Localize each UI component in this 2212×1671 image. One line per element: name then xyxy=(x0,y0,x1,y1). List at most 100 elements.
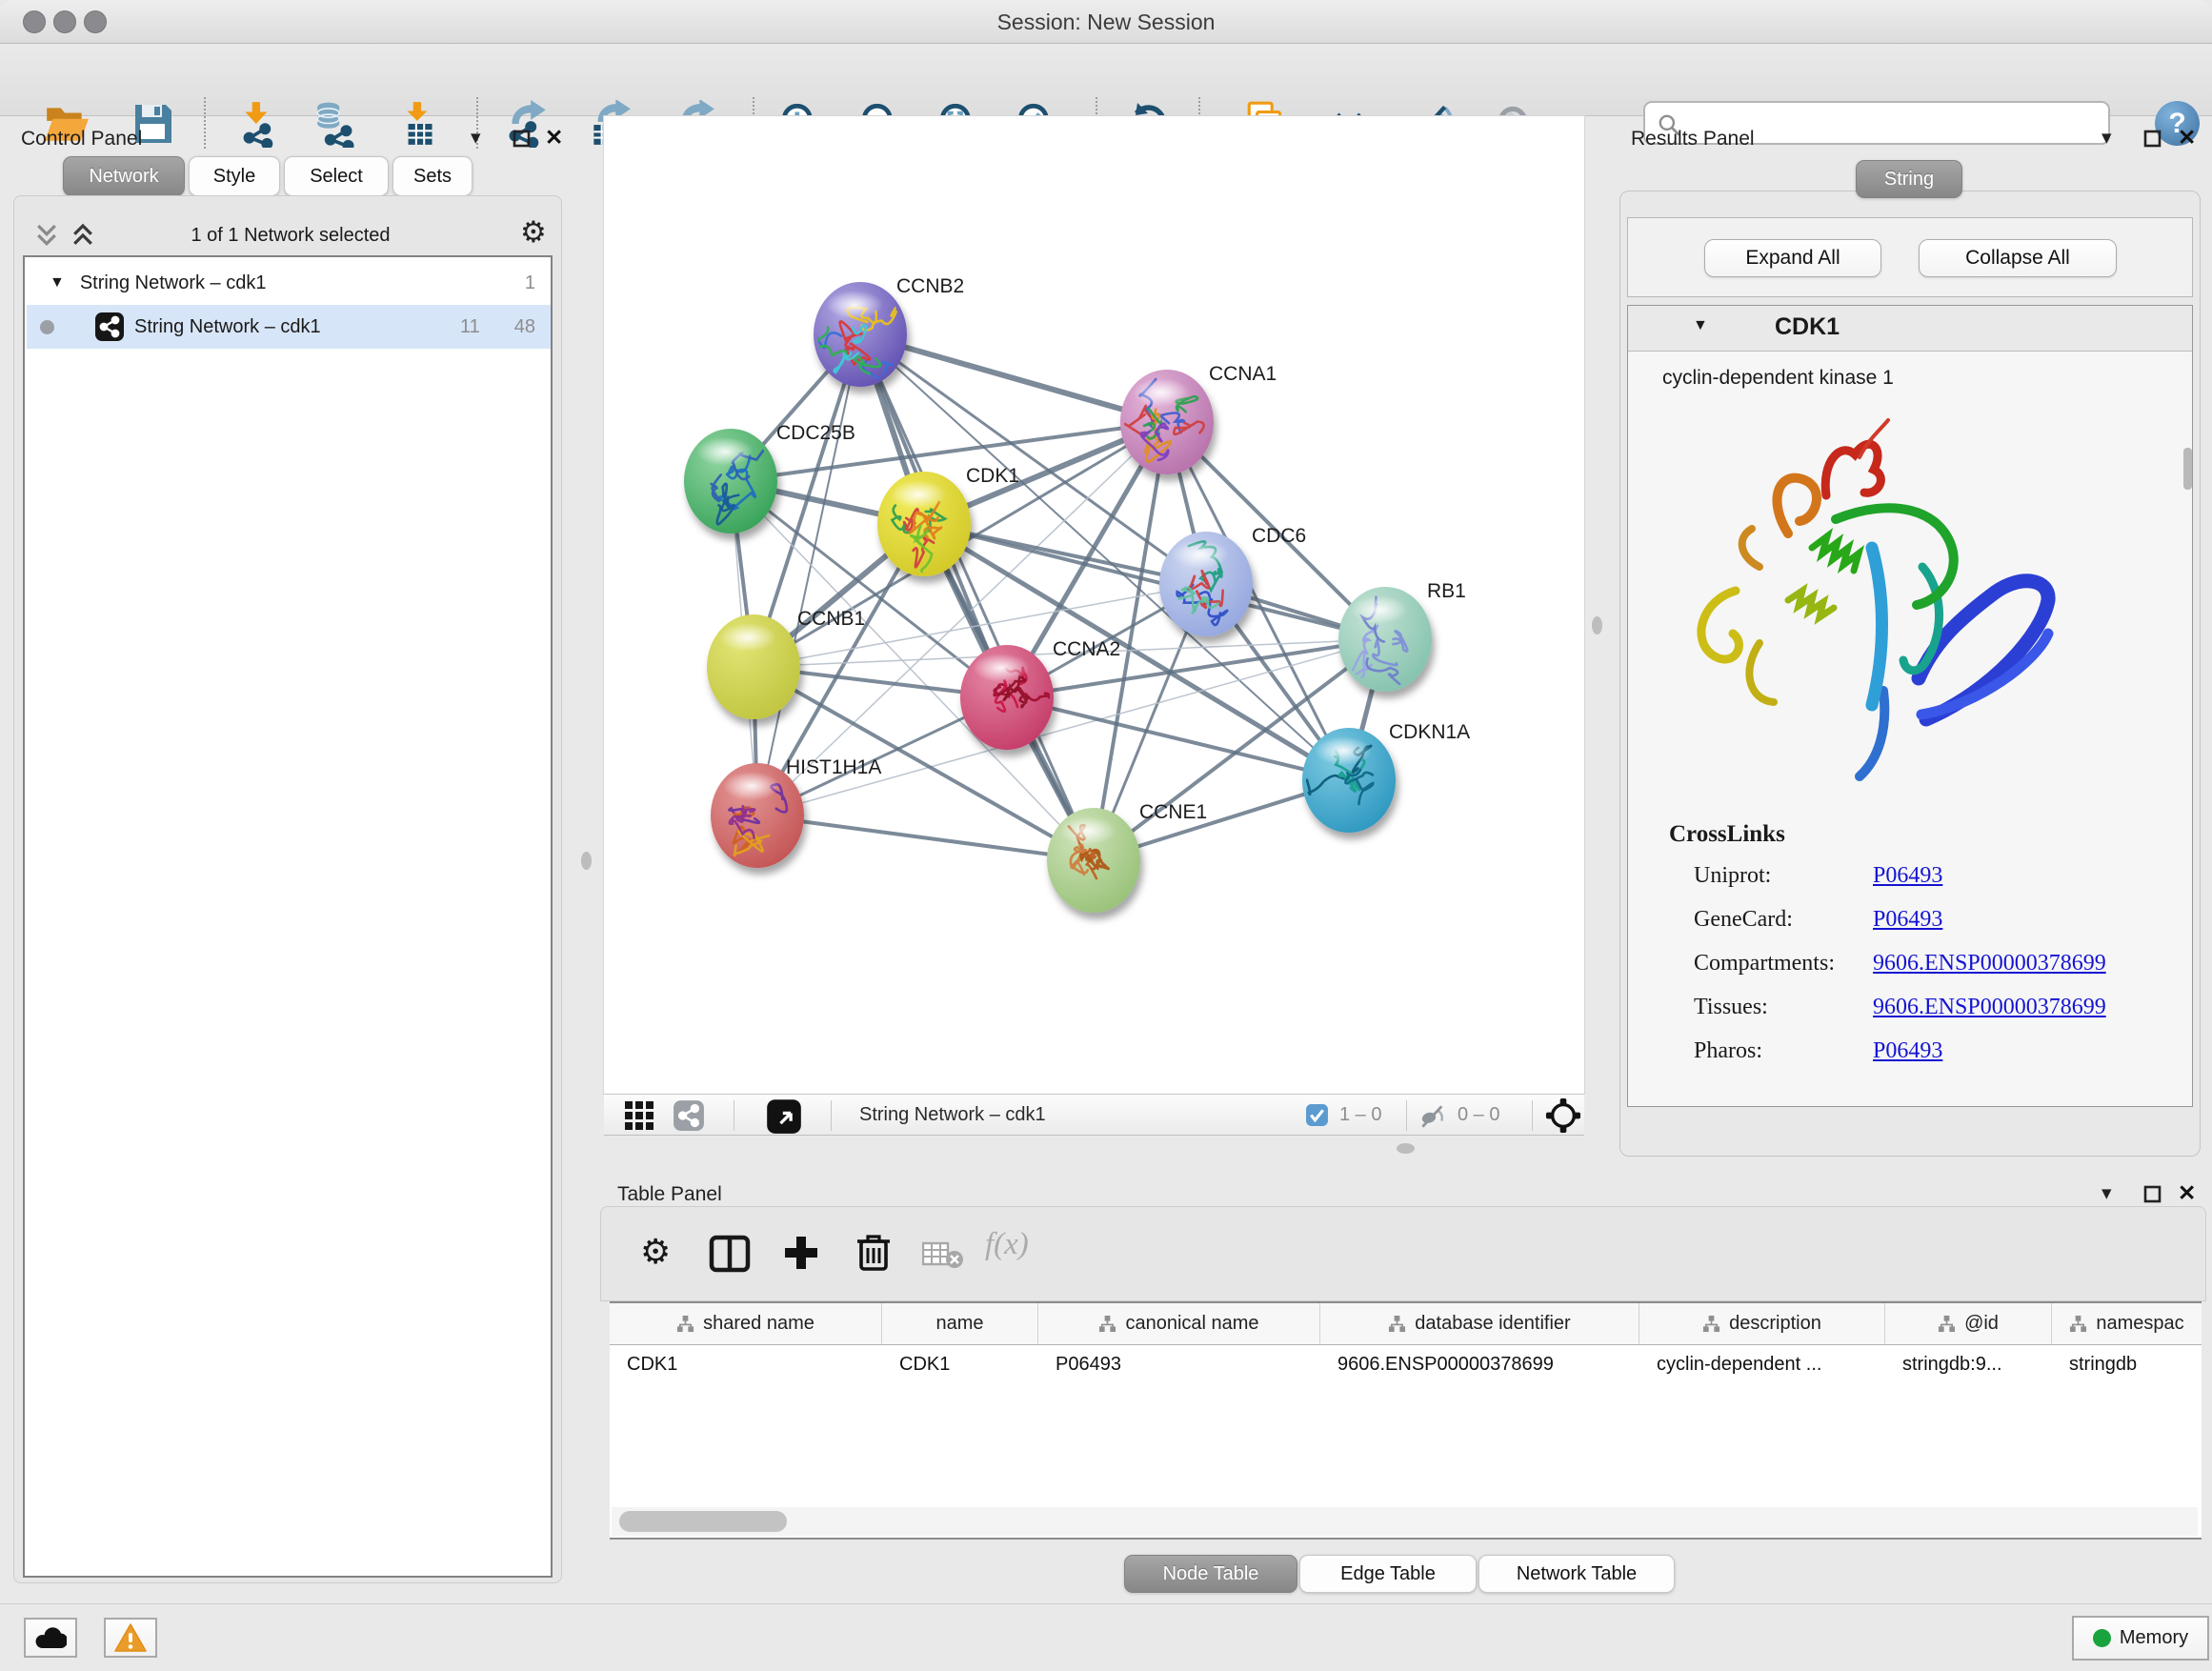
selected-nodes-checkbox-icon[interactable] xyxy=(1305,1103,1329,1127)
grid-view-icon[interactable] xyxy=(625,1101,654,1130)
tab-network-table[interactable]: Network Table xyxy=(1478,1555,1675,1593)
left-splitter-handle[interactable] xyxy=(581,852,592,870)
cell-database-identifier[interactable]: 9606.ENSP00000378699 xyxy=(1320,1345,1639,1383)
network-node-HIST1H1A[interactable]: HIST1H1A xyxy=(711,756,881,868)
tab-node-table[interactable]: Node Table xyxy=(1124,1555,1297,1593)
tab-network[interactable]: Network xyxy=(63,156,185,196)
crosslink-uniprot-link[interactable]: P06493 xyxy=(1873,863,1942,889)
expand-all-button[interactable]: Expand All xyxy=(1704,239,1881,277)
crosslink-compartments-link[interactable]: 9606.ENSP00000378699 xyxy=(1873,951,2106,976)
results-panel-close-icon[interactable]: ✕ xyxy=(2178,125,2196,151)
crosslink-tissues-link[interactable]: 9606.ENSP00000378699 xyxy=(1873,995,2106,1020)
network-node-CDKN1A[interactable]: CDKN1A xyxy=(1302,721,1470,833)
crosslink-label: GeneCard: xyxy=(1694,907,1793,933)
hidden-elements-eye-icon xyxy=(1418,1102,1448,1131)
delete-columns-trash-icon[interactable] xyxy=(854,1231,894,1273)
table-horizontal-scrollbar[interactable] xyxy=(612,1507,2198,1536)
table-row[interactable]: CDK1 CDK1 P06493 9606.ENSP00000378699 cy… xyxy=(610,1345,2202,1383)
control-panel-close-icon[interactable]: ✕ xyxy=(545,125,563,151)
crosslink-genecard-link[interactable]: P06493 xyxy=(1873,907,1942,933)
import-network-from-database-icon[interactable] xyxy=(311,99,360,149)
column-header[interactable]: description xyxy=(1639,1303,1885,1344)
table-header-row: shared name name canonical name database… xyxy=(610,1303,2202,1345)
memory-button[interactable]: Memory xyxy=(2072,1616,2209,1661)
results-panel-menu-caret-icon[interactable]: ▾ xyxy=(2101,126,2112,150)
tab-select[interactable]: Select xyxy=(284,156,389,196)
detach-view-icon[interactable] xyxy=(766,1098,802,1135)
gene-collapse-icon[interactable]: ▼ xyxy=(1693,317,1708,334)
column-header[interactable]: @id xyxy=(1885,1303,2052,1344)
cell-namespace[interactable]: stringdb xyxy=(2052,1345,2202,1383)
warnings-button[interactable] xyxy=(104,1618,157,1658)
tab-edge-table[interactable]: Edge Table xyxy=(1299,1555,1477,1593)
column-header[interactable]: database identifier xyxy=(1320,1303,1639,1344)
main-toolbar: ? xyxy=(0,44,2212,116)
network-node-CDC6[interactable]: CDC6 xyxy=(1159,525,1306,636)
network-canvas[interactable]: CCNB2CCNA1CDC25BCDK1CDC6RB1CCNB1CCNA2CDK… xyxy=(604,116,1584,1094)
control-panel-menu-caret-icon[interactable]: ▾ xyxy=(471,126,481,150)
network-edge-CCNB2-HIST1H1A[interactable] xyxy=(757,334,860,815)
crosslink-pharos-link[interactable]: P06493 xyxy=(1873,1038,1942,1064)
network-node-RB1[interactable]: RB1 xyxy=(1338,580,1466,692)
bottom-splitter-handle[interactable] xyxy=(1397,1143,1415,1154)
network-edge-CCNB2-CCNE1[interactable] xyxy=(860,334,1094,860)
right-splitter-handle[interactable] xyxy=(1592,616,1602,634)
network-node-CCNE1[interactable]: CCNE1 xyxy=(1047,801,1207,913)
table-panel-menu-caret-icon[interactable]: ▾ xyxy=(2101,1181,2112,1205)
shared-column-icon xyxy=(1702,1315,1720,1333)
shared-column-icon xyxy=(676,1315,694,1333)
control-panel-float-icon[interactable] xyxy=(513,130,532,149)
tab-string[interactable]: String xyxy=(1856,160,1962,198)
network-node-CCNB2[interactable]: CCNB2 xyxy=(811,275,964,387)
show-columns-icon[interactable] xyxy=(709,1235,751,1273)
network-options-gear-icon[interactable]: ⚙ xyxy=(520,215,547,250)
network-graph[interactable]: CCNB2CCNA1CDC25BCDK1CDC6RB1CCNB1CCNA2CDK… xyxy=(604,116,1584,1094)
network-edge-count: 48 xyxy=(514,316,535,338)
column-header[interactable]: namespac xyxy=(2052,1303,2202,1344)
network-tree: ▼ String Network – cdk1 1 String Network… xyxy=(23,255,553,1578)
cell-name[interactable]: CDK1 xyxy=(882,1345,1038,1383)
results-panel-float-icon[interactable] xyxy=(2143,130,2162,149)
table-panel-close-icon[interactable]: ✕ xyxy=(2178,1180,2196,1206)
tab-style[interactable]: Style xyxy=(189,156,280,196)
create-column-icon[interactable] xyxy=(781,1233,821,1273)
table-mode-gear-icon[interactable]: ⚙ xyxy=(640,1233,671,1272)
tab-sets[interactable]: Sets xyxy=(392,156,473,196)
control-panel-title: Control Panel xyxy=(21,128,142,151)
node-label-CDKN1A: CDKN1A xyxy=(1389,721,1470,743)
collapse-all-button[interactable]: Collapse All xyxy=(1919,239,2117,277)
network-edge-CCNB2-CCNA1[interactable] xyxy=(860,334,1167,422)
gene-entry-header[interactable]: ▼ CDK1 xyxy=(1628,306,2192,352)
cell-shared-name[interactable]: CDK1 xyxy=(610,1345,882,1383)
column-header[interactable]: name xyxy=(882,1303,1038,1344)
column-header[interactable]: shared name xyxy=(610,1303,882,1344)
shared-column-icon xyxy=(2069,1315,2087,1333)
collection-expand-icon[interactable]: ▼ xyxy=(50,274,65,292)
column-header[interactable]: canonical name xyxy=(1038,1303,1320,1344)
birdseye-crosshair-icon[interactable] xyxy=(1545,1097,1581,1134)
table-scrollbar-thumb[interactable] xyxy=(619,1511,787,1532)
import-table-icon[interactable] xyxy=(394,99,444,149)
network-view-toolbar: String Network – cdk1 1 – 0 0 – 0 xyxy=(604,1094,1584,1136)
node-label-CCNE1: CCNE1 xyxy=(1139,801,1207,823)
network-edge-HIST1H1A-CCNE1[interactable] xyxy=(757,815,1094,860)
network-status-dot xyxy=(40,320,54,334)
cell-description[interactable]: cyclin-dependent ... xyxy=(1639,1345,1885,1383)
cell-canonical-name[interactable]: P06493 xyxy=(1038,1345,1320,1383)
node-label-CDC25B: CDC25B xyxy=(776,422,855,444)
collapse-all-networks-icon[interactable] xyxy=(69,221,97,250)
results-scrollbar-thumb[interactable] xyxy=(2183,448,2192,490)
network-collection-row[interactable]: ▼ String Network – cdk1 1 xyxy=(27,261,551,305)
delete-table-icon xyxy=(922,1240,966,1269)
cell-at-id[interactable]: stringdb:9... xyxy=(1885,1345,2052,1383)
table-toolbar xyxy=(600,1206,2206,1301)
shared-column-icon xyxy=(1098,1315,1116,1333)
network-row[interactable]: String Network – cdk1 11 48 xyxy=(27,305,551,349)
network-node-CCNA1[interactable]: CCNA1 xyxy=(1120,363,1277,474)
table-panel-float-icon[interactable] xyxy=(2143,1185,2162,1204)
cloud-status-button[interactable] xyxy=(24,1618,77,1658)
import-network-icon[interactable] xyxy=(234,99,284,149)
network-view-icon[interactable] xyxy=(673,1099,705,1132)
expand-all-networks-icon[interactable] xyxy=(32,221,61,250)
network-edge-CDK1-RB1[interactable] xyxy=(924,524,1385,639)
